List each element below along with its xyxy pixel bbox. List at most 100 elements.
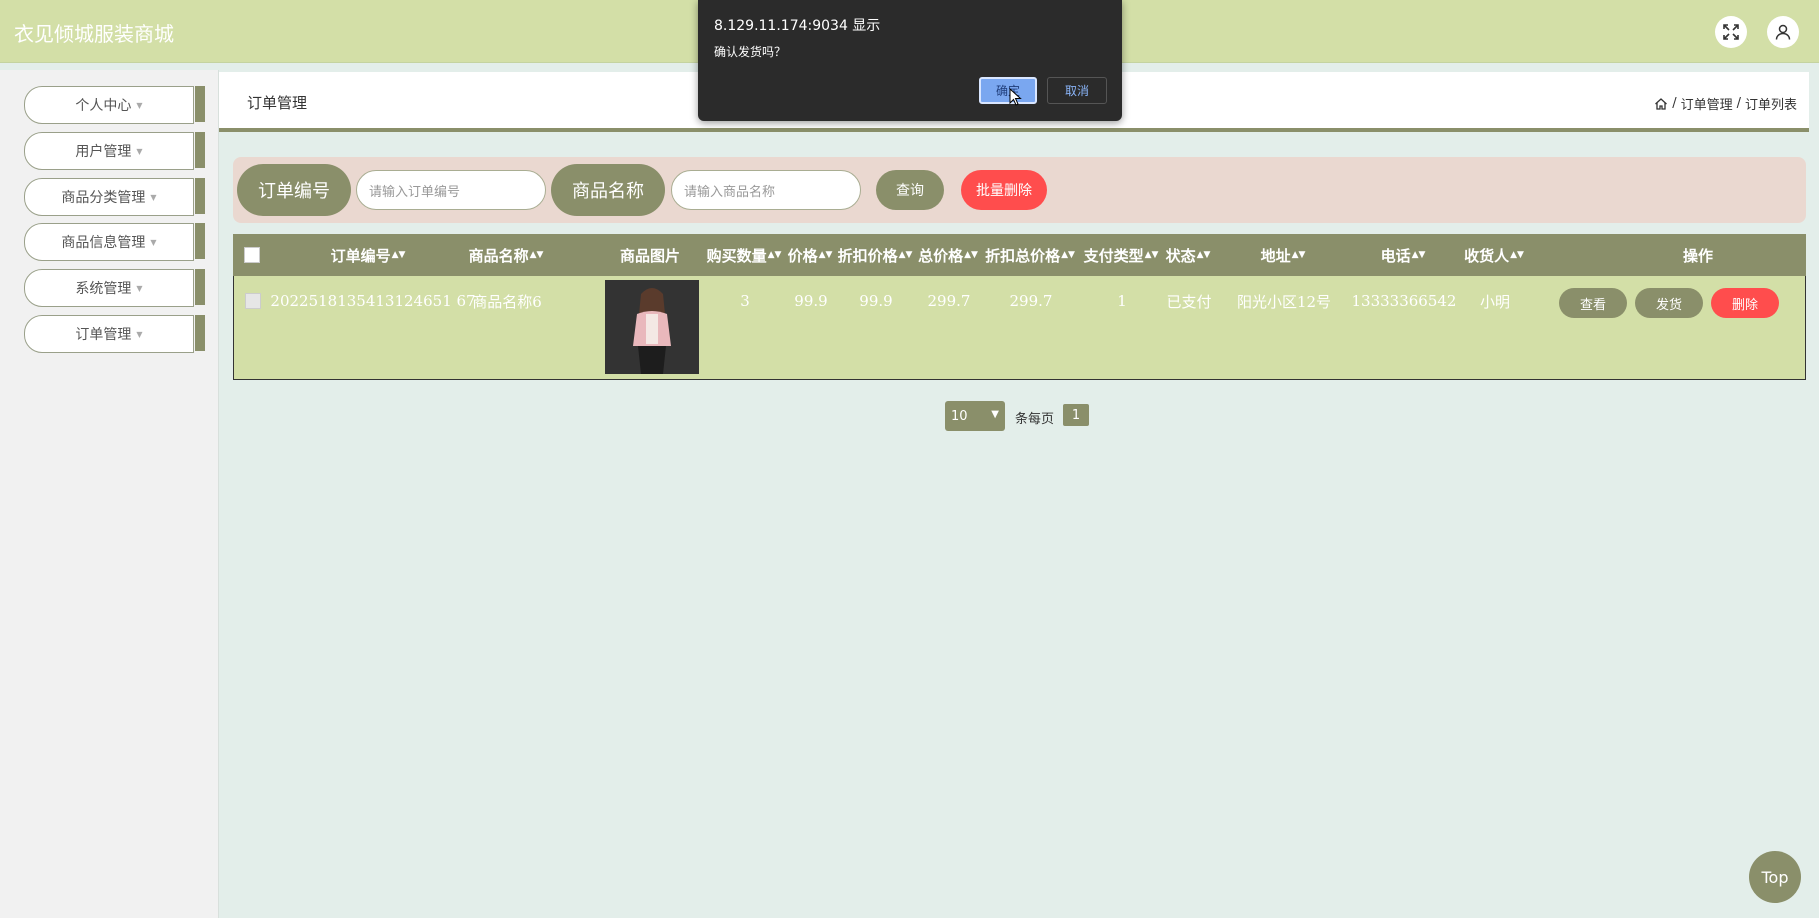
col-receiver[interactable]: 收货人 ▲▼: [1463, 234, 1525, 276]
col-price[interactable]: 价格 ▲▼: [787, 234, 833, 276]
cell-receiver: 小明: [1479, 292, 1510, 311]
sidebar-item-accent: [195, 315, 205, 351]
col-product-image: 商品图片: [603, 234, 697, 276]
col-pay-type[interactable]: 支付类型 ▲▼: [1082, 234, 1160, 276]
dialog-message: 确认发货吗？: [714, 45, 787, 59]
order-table: 订单编号 ▲▼ 商品名称 ▲▼ 商品图片 购买数量 ▲▼ 价格 ▲▼ 折扣价格 ▲▼ 总价…: [233, 234, 1806, 380]
col-label: 价格: [787, 246, 818, 265]
page-title: 订单管理: [247, 94, 308, 112]
col-label: 总价格: [918, 246, 964, 265]
sidebar-item-accent: [195, 86, 205, 122]
cell-product-name: 商品名称6: [472, 292, 542, 311]
back-to-top-button[interactable]: Top: [1749, 851, 1801, 903]
fullscreen-button[interactable]: [1715, 16, 1747, 48]
sidebar-item-system-management[interactable]: 系统管理 ▼: [24, 269, 205, 307]
sort-icon[interactable]: ▲▼: [964, 250, 978, 260]
cell-pay-type: 1: [1117, 292, 1127, 310]
cell-quantity: 3: [740, 292, 750, 310]
sidebar-item-user-management[interactable]: 用户管理 ▼: [24, 132, 205, 170]
product-name-input[interactable]: 请输入商品名称: [671, 170, 861, 210]
caret-down-icon: ▼: [136, 146, 143, 156]
col-label: 状态: [1165, 246, 1196, 265]
sidebar-item-order-management[interactable]: 订单管理 ▼: [24, 315, 205, 353]
sidebar-item-label: 个人中心: [75, 98, 132, 114]
sort-icon[interactable]: ▲▼: [1197, 250, 1211, 260]
sort-icon[interactable]: ▲▼: [899, 250, 913, 260]
col-phone[interactable]: 电话 ▲▼: [1367, 234, 1439, 276]
cell-phone: 13333366542: [1351, 292, 1457, 310]
dialog-ok-button[interactable]: 确定: [979, 77, 1037, 104]
row-checkbox[interactable]: [244, 290, 262, 312]
breadcrumb-item-order-list: 订单列表: [1744, 98, 1797, 113]
sort-icon[interactable]: ▲▼: [768, 250, 782, 260]
sort-icon[interactable]: ▲▼: [1510, 250, 1524, 260]
col-product-name[interactable]: 商品名称 ▲▼: [467, 234, 545, 276]
col-label: 操作: [1682, 246, 1713, 265]
order-no-label: 订单编号: [237, 164, 351, 216]
dialog-cancel-button[interactable]: 取消: [1047, 77, 1107, 104]
sidebar-item-product-management[interactable]: 商品信息管理 ▼: [24, 223, 205, 261]
product-name-label: 商品名称: [551, 164, 665, 216]
col-total-price[interactable]: 总价格 ▲▼: [917, 234, 979, 276]
caret-down-icon: ▼: [150, 192, 157, 202]
caret-down-icon: ▼: [136, 283, 143, 293]
col-address[interactable]: 地址 ▲▼: [1247, 234, 1319, 276]
col-label: 支付类型: [1083, 246, 1144, 265]
sort-icon[interactable]: ▲▼: [1061, 250, 1075, 260]
col-label: 商品图片: [619, 246, 680, 265]
select-all-checkbox[interactable]: [243, 234, 261, 276]
sidebar-item-accent: [195, 269, 205, 305]
sort-icon[interactable]: ▲▼: [1145, 250, 1159, 260]
sort-icon[interactable]: ▲▼: [819, 250, 833, 260]
col-quantity[interactable]: 购买数量 ▲▼: [705, 234, 783, 276]
expand-icon: [1723, 24, 1739, 40]
breadcrumb: / 订单管理 / 订单列表: [1654, 94, 1797, 113]
sort-icon[interactable]: ▲▼: [1412, 250, 1426, 260]
col-status[interactable]: 状态 ▲▼: [1165, 234, 1211, 276]
ship-button[interactable]: 发货: [1635, 288, 1703, 318]
col-actions: 操作: [1553, 234, 1819, 276]
breadcrumb-separator: /: [1672, 96, 1677, 111]
sidebar-item-label: 订单管理: [75, 327, 132, 343]
sidebar-item-label: 商品信息管理: [61, 235, 146, 251]
user-icon: [1775, 24, 1791, 40]
col-label: 折扣总价格: [985, 246, 1061, 265]
sidebar-item-category-management[interactable]: 商品分类管理 ▼: [24, 178, 205, 216]
page-number-current[interactable]: 1: [1063, 404, 1089, 426]
col-label: 订单编号: [330, 246, 391, 265]
col-label: 收货人: [1464, 246, 1510, 265]
sidebar-item-accent: [195, 178, 205, 214]
page-size-select[interactable]: 10 ▼: [945, 401, 1005, 431]
cell-price: 99.9: [794, 292, 828, 310]
product-image[interactable]: [605, 280, 699, 374]
sidebar-item-accent: [195, 223, 205, 259]
order-no-input[interactable]: 请输入订单编号: [356, 170, 546, 210]
delete-button[interactable]: 删除: [1711, 288, 1779, 318]
sidebar-item-label: 商品分类管理: [61, 190, 146, 206]
sort-icon[interactable]: ▲▼: [1292, 250, 1306, 260]
cell-discount-total-price: 299.7: [1009, 292, 1053, 310]
sidebar-item-personal-center[interactable]: 个人中心 ▼: [24, 86, 205, 124]
checkbox[interactable]: [244, 247, 260, 263]
batch-delete-button[interactable]: 批量删除: [961, 170, 1047, 210]
view-button[interactable]: 查看: [1559, 288, 1627, 318]
col-discount-price[interactable]: 折扣价格 ▲▼: [836, 234, 914, 276]
chevron-down-icon: ▼: [991, 409, 999, 420]
col-label: 购买数量: [706, 246, 767, 265]
cell-status: 已支付: [1166, 292, 1212, 311]
sort-icon[interactable]: ▲▼: [392, 250, 406, 260]
query-button[interactable]: 查询: [876, 170, 944, 210]
user-menu-button[interactable]: [1767, 16, 1799, 48]
col-label: 地址: [1260, 246, 1291, 265]
col-order-no[interactable]: 订单编号 ▲▼: [273, 234, 463, 276]
mouse-cursor-icon: [1009, 88, 1022, 106]
table-row: 2022518135413124651 67 商品名称6 3 99.9 99.9…: [233, 276, 1806, 380]
col-discount-total-price[interactable]: 折扣总价格 ▲▼: [983, 234, 1077, 276]
dialog-title: 8.129.11.174:9034 显示: [714, 18, 881, 34]
breadcrumb-item-order-management[interactable]: 订单管理: [1681, 94, 1733, 113]
per-page-label: 条每页: [1015, 412, 1055, 427]
checkbox[interactable]: [245, 293, 261, 309]
home-icon[interactable]: [1654, 97, 1668, 111]
site-title: 衣见倾城服装商城: [14, 22, 174, 46]
sort-icon[interactable]: ▲▼: [530, 250, 544, 260]
